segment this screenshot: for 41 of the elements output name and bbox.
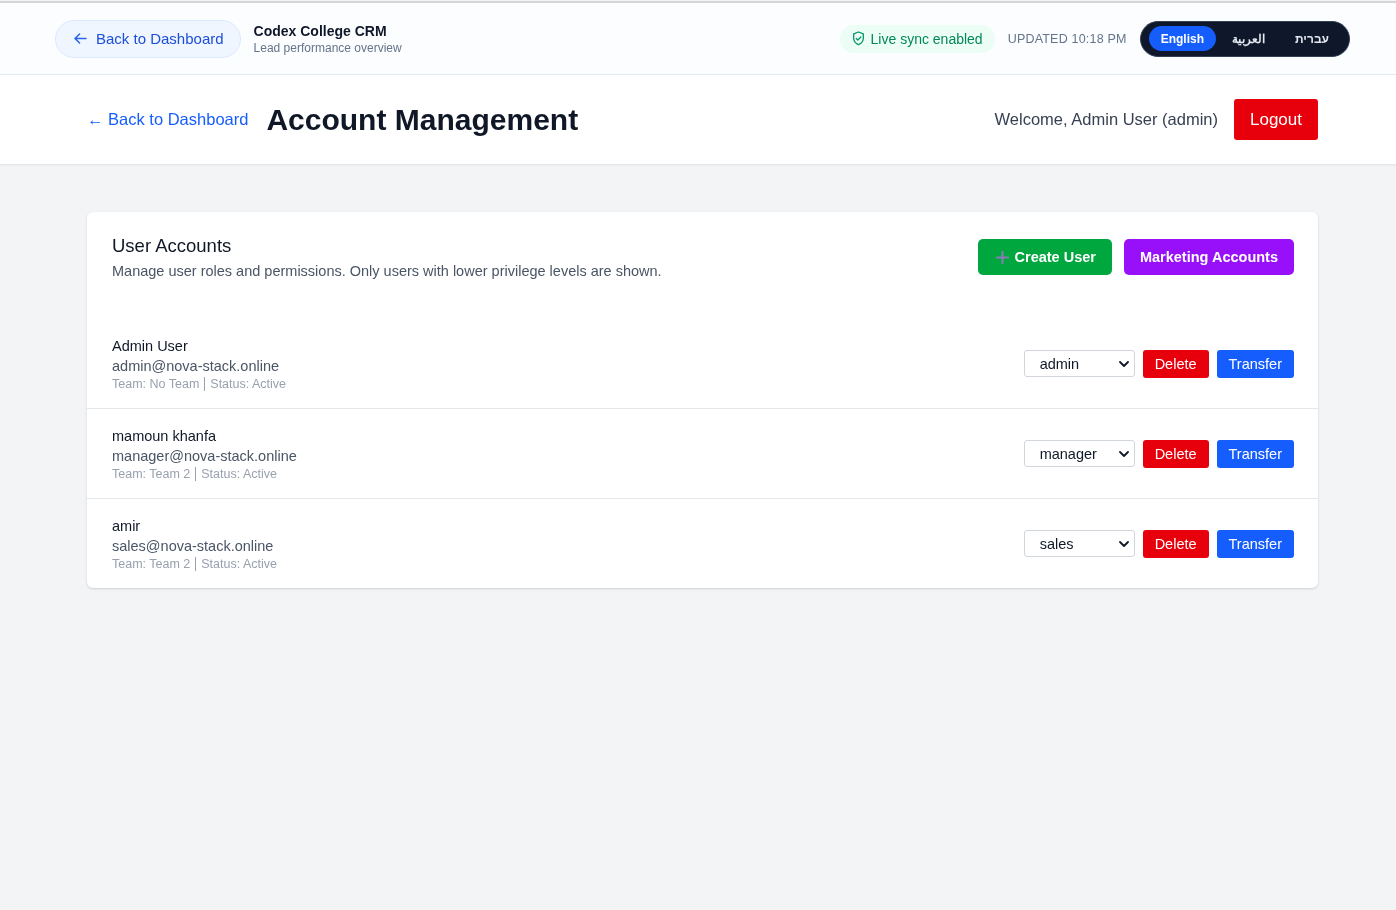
updated-time: UPDATED 10:18 PM: [1007, 31, 1127, 46]
app-subtitle: Lead performance overview: [253, 40, 402, 55]
back-link[interactable]: ← Back to Dashboard: [87, 110, 249, 129]
marketing-accounts-button[interactable]: Marketing Accounts: [1123, 239, 1294, 275]
role-select[interactable]: sales: [1023, 530, 1135, 557]
transfer-button[interactable]: Transfer: [1216, 439, 1294, 468]
role-select[interactable]: admin: [1023, 350, 1135, 377]
card-title: User Accounts: [112, 235, 233, 257]
user-status: Status: Active: [201, 555, 277, 572]
user-team: Team: Team 2: [112, 555, 191, 572]
delete-button[interactable]: Delete: [1142, 439, 1209, 468]
transfer-button[interactable]: Transfer: [1216, 349, 1294, 378]
user-team: Team: Team 2: [112, 465, 191, 482]
welcome-text: Welcome, Admin User (admin): [994, 110, 1218, 129]
create-user-button[interactable]: Create User: [977, 239, 1112, 275]
back-button[interactable]: Back to Dashboard: [55, 19, 241, 58]
user-email: manager@nova-stack.online: [112, 446, 297, 466]
user-status: Status: Active: [201, 465, 277, 482]
delete-button[interactable]: Delete: [1142, 529, 1209, 558]
page-title: Account Management: [266, 102, 579, 137]
role-select[interactable]: manager: [1023, 440, 1135, 467]
arrow-left-icon: [74, 33, 87, 44]
chevron-down-icon: [1118, 450, 1129, 457]
user-name: Admin User: [112, 336, 189, 356]
logout-button[interactable]: Logout: [1234, 99, 1318, 140]
user-name: amir: [112, 516, 142, 536]
app-title: Codex College CRM: [253, 22, 388, 39]
sync-badge: Live sync enabled: [839, 24, 995, 53]
delete-button[interactable]: Delete: [1142, 349, 1209, 378]
chevron-down-icon: [1118, 360, 1129, 367]
language-option[interactable]: עברית: [1281, 26, 1343, 51]
shield-check-icon: [851, 31, 865, 46]
user-name: mamoun khanfa: [112, 426, 217, 446]
plus-icon: [995, 250, 1009, 264]
card-description: Manage user roles and permissions. Only users with lower privilege levels are shown.: [112, 262, 662, 281]
user-status: Status: Active: [210, 375, 287, 392]
user-email: admin@nova-stack.online: [112, 356, 281, 376]
user-team: Team: No Team: [112, 375, 200, 392]
user-email: sales@nova-stack.online: [112, 536, 275, 556]
chevron-down-icon: [1118, 540, 1129, 547]
transfer-button[interactable]: Transfer: [1216, 529, 1294, 558]
